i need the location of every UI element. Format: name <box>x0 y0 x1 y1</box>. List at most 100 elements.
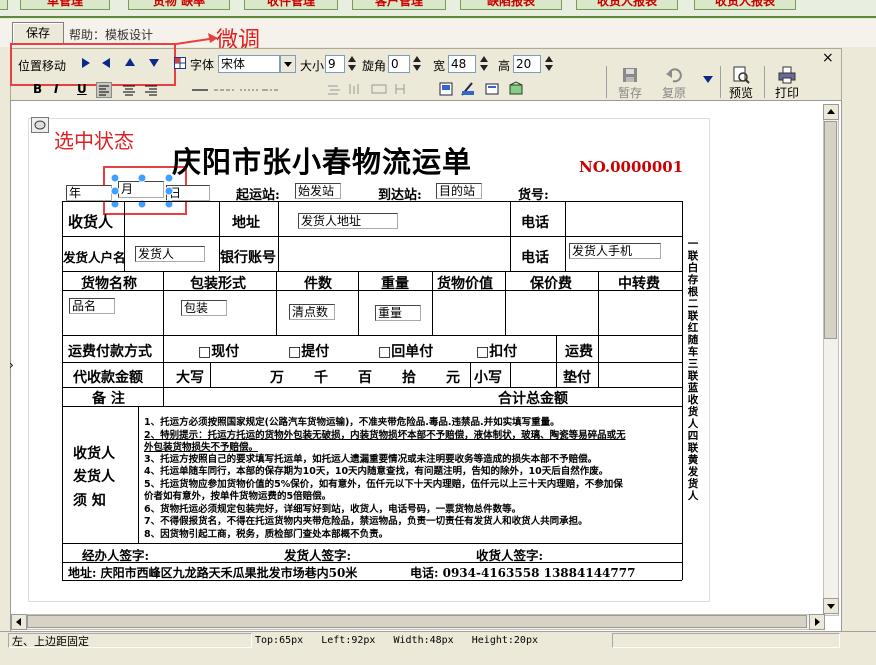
col-goods-value: 货物价值 <box>437 276 493 292</box>
pay-option-deduct[interactable]: □扣付 <box>476 341 517 361</box>
move-right-icon[interactable] <box>82 58 90 68</box>
line-style-icons[interactable] <box>190 84 280 96</box>
undo-icon <box>666 68 682 83</box>
table-line <box>62 236 682 237</box>
underline-button[interactable]: U <box>77 82 87 96</box>
top-tab[interactable]: 货物 缺率 <box>128 0 230 10</box>
col-insurance: 保价费 <box>530 276 572 292</box>
width-spinner[interactable] <box>479 55 489 73</box>
phone-label-2: 电话 <box>521 250 549 266</box>
table-line <box>276 271 277 335</box>
scroll-up-icon <box>827 109 835 114</box>
pay-option-receipt[interactable]: □回单付 <box>378 341 433 361</box>
origin-field[interactable]: 始发站 <box>295 183 341 199</box>
year-field[interactable]: 年 <box>66 185 112 201</box>
height-spinner[interactable] <box>544 55 554 73</box>
close-icon[interactable]: × <box>822 50 834 66</box>
insert-tool-icons[interactable] <box>438 81 538 97</box>
table-line <box>598 271 599 335</box>
scroll-left-icon <box>16 618 21 626</box>
scroll-down-button[interactable] <box>823 598 839 614</box>
chevron-down-icon <box>284 62 292 67</box>
grid-icon[interactable] <box>174 57 186 69</box>
top-tab[interactable]: 收货人报表 <box>694 0 796 10</box>
template-edit-icon[interactable] <box>31 117 49 133</box>
quantity-field[interactable]: 清点数 <box>289 304 335 320</box>
destination-field[interactable]: 目的站 <box>436 183 482 199</box>
table-line <box>163 362 164 387</box>
vertical-scroll-thumb[interactable] <box>824 121 837 339</box>
restore-dropdown-icon[interactable] <box>703 76 713 83</box>
phone-label: 电话 <box>521 215 549 231</box>
align-right-icon[interactable] <box>144 83 158 97</box>
col-goods-name: 货物名称 <box>81 276 137 292</box>
preview-icon <box>733 66 750 84</box>
consignee-label: 收货人 <box>68 213 114 231</box>
weight-field[interactable]: 重量 <box>375 305 421 321</box>
size-spinner[interactable] <box>347 55 357 73</box>
lower-label: 小写 <box>474 370 502 386</box>
move-down-icon[interactable] <box>149 59 159 67</box>
table-line <box>62 562 682 563</box>
layout-tool-icons[interactable] <box>326 82 414 96</box>
status-width: Width:48px <box>393 635 454 646</box>
consignor-field[interactable]: 发货人 <box>135 246 205 262</box>
table-line <box>138 406 139 543</box>
help-text: 帮助：模板设计 <box>69 28 154 42</box>
move-left-icon[interactable] <box>102 58 110 68</box>
table-line <box>505 271 506 335</box>
top-tab[interactable]: 客户管理 <box>352 0 446 10</box>
address-label: 地址 <box>232 215 260 231</box>
bold-button[interactable]: B <box>33 82 42 96</box>
table-line <box>62 543 682 544</box>
move-up-icon[interactable] <box>125 58 135 66</box>
status-top: Top:65px <box>255 635 304 646</box>
sign-consignor-label: 发货人签字: <box>284 548 352 563</box>
rotate-spinner[interactable] <box>412 55 422 73</box>
pay-option-cash[interactable]: □现付 <box>198 341 239 361</box>
align-left-button[interactable] <box>96 82 112 98</box>
toolbar-divider <box>606 66 607 98</box>
toolbar-divider <box>764 66 765 98</box>
scroll-up-button[interactable] <box>823 104 839 120</box>
footer-phone: 电话: 0934-4163558 13884144777 <box>410 566 636 580</box>
save-button[interactable]: 保存 <box>12 22 64 44</box>
scroll-left-button[interactable] <box>11 614 27 630</box>
col-weight: 重量 <box>381 276 409 292</box>
height-input[interactable]: 20 <box>513 55 541 73</box>
horizontal-scroll-thumb[interactable] <box>27 615 807 628</box>
status-coordinates: Top:65px Left:92px Width:48px Height:20p… <box>252 633 612 648</box>
top-tab[interactable]: 单管理 <box>20 0 110 10</box>
status-height: Height:20px <box>471 635 538 646</box>
align-left-icon <box>99 85 109 96</box>
waybill-number: NO.0000001 <box>579 158 684 176</box>
selection-handles-icon[interactable] <box>110 173 174 209</box>
col-packaging: 包装形式 <box>190 276 246 292</box>
size-input[interactable]: 9 <box>325 55 345 73</box>
consignor-phone-field[interactable]: 发货人手机 <box>569 243 661 259</box>
sign-consignee-label: 收货人签字: <box>476 548 544 563</box>
left-splitter-arrow-icon[interactable]: › <box>9 358 14 372</box>
italic-button[interactable]: I <box>54 82 58 96</box>
table-line <box>62 362 682 363</box>
width-input[interactable]: 48 <box>448 55 476 73</box>
font-select[interactable]: 宋体 <box>218 55 280 73</box>
pay-option-collect[interactable]: □提付 <box>288 341 329 361</box>
rotate-input[interactable]: 0 <box>388 55 410 73</box>
term-line: 价者如有意外，按单件货物运费的5倍赔偿。 <box>144 491 332 502</box>
table-line <box>598 335 599 387</box>
align-center-icon[interactable] <box>122 83 136 97</box>
packaging-field[interactable]: 包装 <box>181 300 227 316</box>
top-tab[interactable] <box>0 0 8 10</box>
top-tab[interactable]: 缺陷报表 <box>460 0 562 10</box>
top-tab[interactable]: 收件管理 <box>244 0 338 10</box>
table-line <box>278 201 279 271</box>
goods-name-field[interactable]: 品名 <box>69 298 115 314</box>
top-tab[interactable]: 收货人报表 <box>576 0 678 10</box>
font-dropdown-button[interactable] <box>280 55 296 73</box>
advance-label: 垫付 <box>563 370 591 386</box>
status-left: Left:92px <box>321 635 376 646</box>
unit-shi: 拾 <box>402 370 416 386</box>
scroll-right-button[interactable] <box>809 614 825 630</box>
consignor-address-field[interactable]: 发货人地址 <box>298 213 398 229</box>
